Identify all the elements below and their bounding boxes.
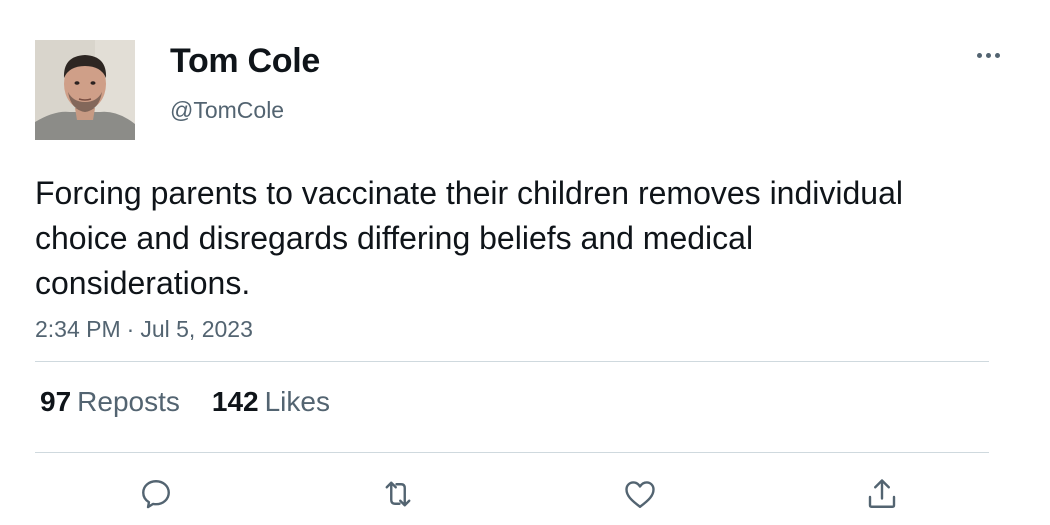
reposts-stat[interactable]: 97 Reposts xyxy=(40,386,180,418)
more-dot-icon xyxy=(985,52,991,58)
repost-button[interactable] xyxy=(378,474,418,514)
timestamp-separator: · xyxy=(126,316,135,342)
tweet-timestamp[interactable]: 2:34 PM · Jul 5, 2023 xyxy=(35,316,253,343)
like-button[interactable] xyxy=(620,474,660,514)
engagement-stats: 97 Reposts 142 Likes xyxy=(40,386,330,418)
avatar-photo xyxy=(35,40,135,140)
tweet-date: Jul 5, 2023 xyxy=(140,316,253,342)
tweet-text: Forcing parents to vaccinate their child… xyxy=(35,175,903,301)
share-button[interactable] xyxy=(862,474,902,514)
author-handle[interactable]: @TomCole xyxy=(170,97,284,124)
more-options-button[interactable] xyxy=(968,40,1008,70)
divider xyxy=(35,361,989,362)
author-name[interactable]: Tom Cole xyxy=(170,42,320,81)
heart-icon xyxy=(625,481,655,508)
reposts-label: Reposts xyxy=(77,386,180,417)
avatar[interactable] xyxy=(35,40,135,140)
repost-icon xyxy=(385,481,411,507)
reply-button[interactable] xyxy=(136,474,176,514)
reposts-count: 97 xyxy=(40,386,72,417)
likes-count: 142 xyxy=(211,386,259,417)
tweet-time: 2:34 PM xyxy=(35,316,121,342)
more-dot-icon xyxy=(994,52,1000,58)
more-dot-icon xyxy=(976,52,982,58)
likes-label: Likes xyxy=(264,386,330,417)
divider xyxy=(35,452,989,453)
reply-icon xyxy=(142,480,170,509)
share-icon xyxy=(868,479,896,508)
likes-stat[interactable]: 142 Likes xyxy=(212,386,330,418)
